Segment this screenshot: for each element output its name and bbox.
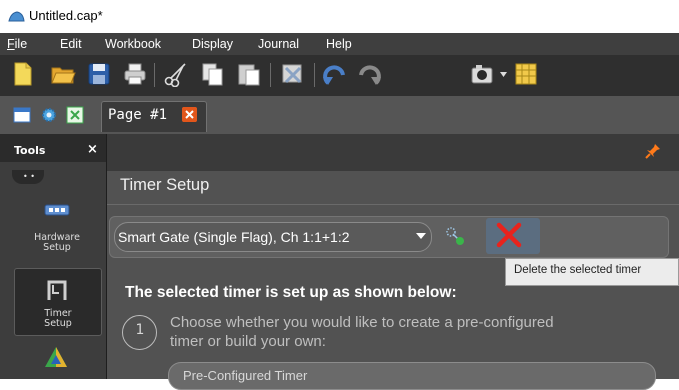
- table-icon[interactable]: [513, 61, 539, 87]
- camera-dropdown-icon[interactable]: [500, 72, 507, 78]
- step-number: 1: [135, 322, 145, 338]
- step-instruction-line2: timer or build your own:: [170, 333, 326, 350]
- menu-edit[interactable]: Edit: [60, 37, 82, 51]
- timer-gate-icon: [47, 280, 67, 300]
- close-tab-icon[interactable]: [182, 107, 197, 122]
- window-icon[interactable]: [13, 106, 31, 124]
- gear-icon[interactable]: [40, 106, 58, 124]
- step-instruction-line1: Choose whether you would like to create …: [170, 314, 554, 331]
- camera-icon[interactable]: [470, 61, 496, 87]
- menu-journal[interactable]: Journal: [258, 37, 299, 51]
- tools-close-button[interactable]: ×: [87, 142, 98, 157]
- save-icon[interactable]: [86, 61, 112, 87]
- calculator-icon[interactable]: [66, 106, 84, 124]
- calculator-tool-icon[interactable]: [44, 346, 68, 368]
- copy-icon[interactable]: [200, 61, 226, 87]
- tools-title: Tools: [14, 144, 46, 157]
- timer-select-value: Smart Gate (Single Flag), Ch 1:1+1:2: [118, 229, 350, 245]
- open-folder-icon[interactable]: [50, 61, 76, 87]
- window-title: Untitled.cap*: [29, 8, 103, 23]
- toolbar-separator: [270, 63, 271, 87]
- panel-title: Timer Setup: [120, 176, 210, 194]
- divider: [107, 204, 679, 205]
- timer-setup-label-2: Setup: [44, 318, 72, 329]
- toolbar-separator: [154, 63, 155, 87]
- panel-header: [107, 134, 679, 171]
- menu-file-rest: ile: [14, 37, 28, 51]
- new-timer-icon[interactable]: [445, 226, 465, 246]
- tab-page-label: Page #1: [108, 107, 168, 123]
- tool-hardware-setup[interactable]: Hardware Setup: [14, 194, 100, 260]
- delete-icon[interactable]: [280, 61, 306, 87]
- menu-display[interactable]: Display: [192, 37, 233, 51]
- delete-x-icon: [496, 222, 522, 248]
- menu-help[interactable]: Help: [326, 37, 352, 51]
- tool-timer-setup[interactable]: Timer Setup: [14, 268, 102, 336]
- menu-file-mnemonic: F: [7, 37, 15, 51]
- menu-file[interactable]: File: [7, 37, 27, 51]
- chevron-down-icon: [416, 233, 426, 239]
- print-icon[interactable]: [122, 61, 148, 87]
- toolbar: [0, 55, 679, 96]
- menu-workbook[interactable]: Workbook: [105, 37, 161, 51]
- dots-icon: • •: [23, 172, 35, 181]
- setup-heading: The selected timer is set up as shown be…: [125, 284, 457, 301]
- cut-icon[interactable]: [163, 61, 189, 87]
- new-file-icon[interactable]: [10, 61, 36, 87]
- hardware-setup-label-2: Setup: [43, 242, 71, 253]
- tooltip-text: Delete the selected timer: [514, 264, 642, 276]
- hardware-icon: [44, 204, 70, 216]
- app-icon: [8, 11, 25, 22]
- menu-bar: File Edit Workbook Display Journal Help: [0, 33, 679, 55]
- tools-scroll-handle[interactable]: • •: [12, 170, 44, 184]
- pin-icon[interactable]: [645, 143, 661, 159]
- undo-icon[interactable]: [322, 61, 348, 87]
- preconfigured-timer-label: Pre-Configured Timer: [183, 368, 308, 383]
- toolbar-separator: [314, 63, 315, 87]
- paste-icon[interactable]: [236, 61, 262, 87]
- redo-icon[interactable]: [356, 61, 382, 87]
